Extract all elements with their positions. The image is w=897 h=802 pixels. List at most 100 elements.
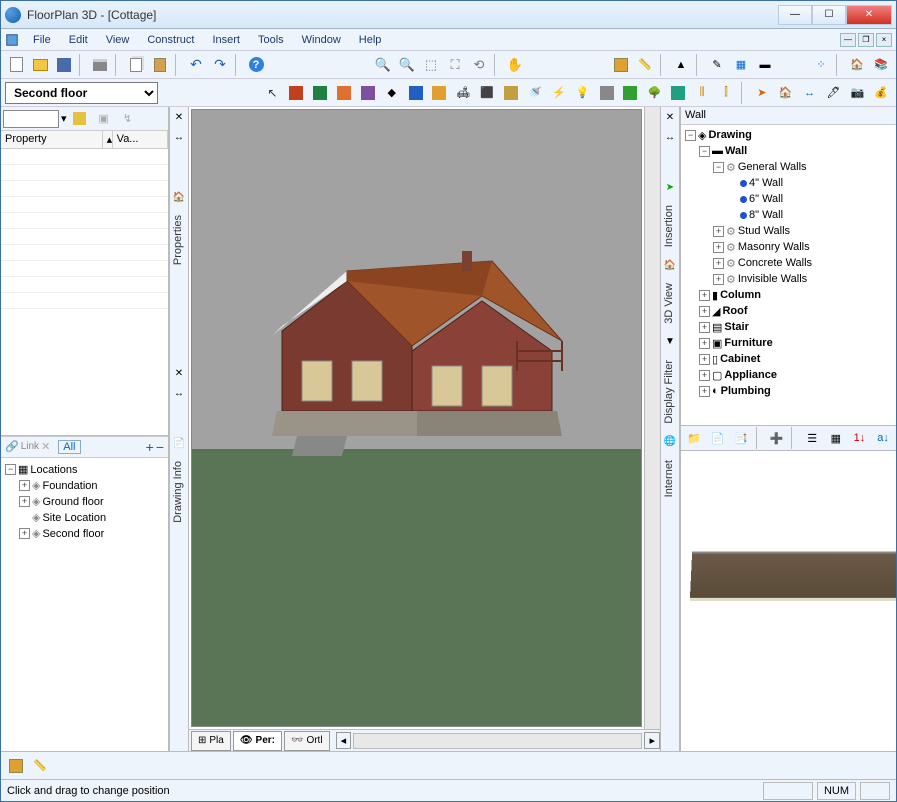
expand-icon[interactable]: + bbox=[19, 528, 30, 539]
tree-6-wall[interactable]: 6" Wall bbox=[683, 191, 894, 207]
add-button[interactable]: + bbox=[146, 439, 154, 455]
path-tool[interactable] bbox=[667, 82, 689, 104]
3d-vbtn[interactable]: 🏠 bbox=[661, 256, 679, 274]
tree-column[interactable]: +▮Column bbox=[683, 287, 894, 303]
scroll-right-button[interactable]: ▸ bbox=[644, 732, 660, 749]
insert-vbtn[interactable]: ➤ bbox=[661, 178, 679, 196]
texture-tool[interactable]: ➤ bbox=[751, 82, 773, 104]
select-tool[interactable]: ↖ bbox=[261, 82, 283, 104]
tree-stair[interactable]: +▤Stair bbox=[683, 319, 894, 335]
text-tool[interactable]: 🖊 bbox=[823, 82, 845, 104]
tool-b-button[interactable]: ▦ bbox=[730, 54, 752, 76]
measure-button[interactable]: 📏 bbox=[634, 54, 656, 76]
save-button[interactable] bbox=[53, 54, 75, 76]
menu-file[interactable]: File bbox=[25, 32, 59, 48]
viewport-scrollbar-v[interactable] bbox=[644, 107, 660, 729]
terrain-tool[interactable] bbox=[620, 82, 642, 104]
slab-tool[interactable]: ◆ bbox=[381, 82, 403, 104]
menu-insert[interactable]: Insert bbox=[204, 32, 248, 48]
mdi-system-icon[interactable] bbox=[5, 33, 19, 47]
menu-window[interactable]: Window bbox=[294, 32, 349, 48]
filter-vbtn[interactable]: ▼ bbox=[661, 333, 679, 351]
maximize-button[interactable]: ☐ bbox=[812, 5, 846, 25]
cat-btn-1[interactable]: 📁 bbox=[683, 427, 705, 449]
arrows2-button[interactable]: ↔ bbox=[170, 384, 188, 402]
help-button[interactable]: ? bbox=[245, 54, 267, 76]
stair-tool[interactable] bbox=[357, 82, 379, 104]
all-button[interactable]: All bbox=[58, 440, 80, 454]
mdi-restore-button[interactable]: ❐ bbox=[858, 33, 874, 47]
net-vbtn[interactable]: 🌐 bbox=[661, 433, 679, 451]
catalog-tree[interactable]: −◈Drawing −▬Wall −⚙General Walls 4" Wall… bbox=[681, 125, 896, 425]
col-property[interactable]: Property bbox=[1, 131, 103, 148]
vtab-drawing-info[interactable]: Drawing Info bbox=[170, 453, 188, 531]
dimension-tool[interactable]: ↔ bbox=[799, 82, 821, 104]
copy-button[interactable] bbox=[125, 54, 147, 76]
roof-tool[interactable] bbox=[333, 82, 355, 104]
cat-btn-5[interactable]: ☰ bbox=[801, 427, 823, 449]
electric-tool[interactable]: ⚡ bbox=[548, 82, 570, 104]
tool-c-button[interactable]: ▬ bbox=[754, 54, 776, 76]
tree-8-wall[interactable]: 8" Wall bbox=[683, 207, 894, 223]
zoom-window-button[interactable]: ⬚ bbox=[420, 54, 442, 76]
appliance-tool[interactable] bbox=[500, 82, 522, 104]
doc-vbtn[interactable]: 📄 bbox=[170, 434, 188, 452]
tree-furniture[interactable]: +▣Furniture bbox=[683, 335, 894, 351]
menu-view[interactable]: View bbox=[98, 32, 138, 48]
pin2-button[interactable]: ✕ bbox=[170, 364, 188, 382]
tree-button[interactable]: 🏠 bbox=[846, 54, 868, 76]
estimate-tool[interactable]: 💰 bbox=[870, 82, 892, 104]
snap-button[interactable]: ⁘ bbox=[810, 54, 832, 76]
floor-selector[interactable]: Second floor bbox=[5, 82, 158, 104]
zoom-fit-button[interactable]: ⛶ bbox=[444, 54, 466, 76]
tree-item-site-location[interactable]: ◈ Site Location bbox=[3, 510, 166, 526]
wall-tool[interactable] bbox=[285, 82, 307, 104]
vtab-internet[interactable]: Internet bbox=[661, 452, 679, 505]
new-button[interactable] bbox=[5, 54, 27, 76]
home-tool[interactable]: 🏠 bbox=[775, 82, 797, 104]
column-tool[interactable] bbox=[309, 82, 331, 104]
cat-btn-2[interactable]: 📄 bbox=[707, 427, 729, 449]
col-value[interactable]: Va... bbox=[113, 131, 168, 148]
bottom-3d-button[interactable] bbox=[5, 755, 27, 777]
window-tool[interactable] bbox=[429, 82, 451, 104]
catalog-preview[interactable] bbox=[681, 451, 896, 751]
pin3-button[interactable]: ✕ bbox=[661, 108, 679, 126]
tree-stud-walls[interactable]: +⚙Stud Walls bbox=[683, 223, 894, 239]
viewport-scrollbar-h[interactable] bbox=[353, 733, 642, 749]
cat-btn-3[interactable]: 📑 bbox=[730, 427, 752, 449]
locations-tree[interactable]: − ▦ Locations + ◈ Foundation + ◈ Ground … bbox=[1, 458, 168, 752]
pin-button[interactable]: ✕ bbox=[170, 108, 188, 126]
cabinet-tool[interactable]: ⬛ bbox=[476, 82, 498, 104]
menu-help[interactable]: Help bbox=[351, 32, 390, 48]
pan-button[interactable]: ✋ bbox=[504, 54, 526, 76]
plumbing-tool[interactable]: 🚿 bbox=[524, 82, 546, 104]
close-button[interactable]: ✕ bbox=[846, 5, 892, 25]
home-vbtn[interactable]: 🏠 bbox=[170, 188, 188, 206]
paste-button[interactable] bbox=[149, 54, 171, 76]
bottom-measure-button[interactable]: 📏 bbox=[29, 755, 51, 777]
mdi-close-button[interactable]: × bbox=[876, 33, 892, 47]
fence2-tool[interactable]: ⫿ bbox=[715, 82, 737, 104]
door-tool[interactable] bbox=[405, 82, 427, 104]
menu-tools[interactable]: Tools bbox=[250, 32, 292, 48]
vtab-properties[interactable]: Properties bbox=[170, 207, 188, 273]
vtab-display-filter[interactable]: Display Filter bbox=[661, 352, 679, 432]
zoom-out-button[interactable]: 🔍 bbox=[396, 54, 418, 76]
tree-roof[interactable]: +◢Roof bbox=[683, 303, 894, 319]
dropdown-icon[interactable]: ▾ bbox=[61, 112, 67, 125]
print-button[interactable] bbox=[89, 54, 111, 76]
props-btn-a[interactable] bbox=[69, 108, 91, 130]
furniture-tool[interactable]: 🛋 bbox=[452, 82, 474, 104]
camera-tool[interactable]: 📷 bbox=[846, 82, 868, 104]
open-button[interactable] bbox=[29, 54, 51, 76]
tab-ortho[interactable]: 👓Ortl bbox=[284, 731, 330, 751]
collapse-icon[interactable]: − bbox=[5, 464, 16, 475]
tree-cabinet[interactable]: +▯Cabinet bbox=[683, 351, 894, 367]
menu-construct[interactable]: Construct bbox=[139, 32, 202, 48]
redo-button[interactable]: ↷ bbox=[209, 54, 231, 76]
tree-drawing[interactable]: −◈Drawing bbox=[683, 127, 894, 143]
ceiling-tool[interactable] bbox=[596, 82, 618, 104]
mdi-minimize-button[interactable]: — bbox=[840, 33, 856, 47]
tree-wall[interactable]: −▬Wall bbox=[683, 143, 894, 159]
